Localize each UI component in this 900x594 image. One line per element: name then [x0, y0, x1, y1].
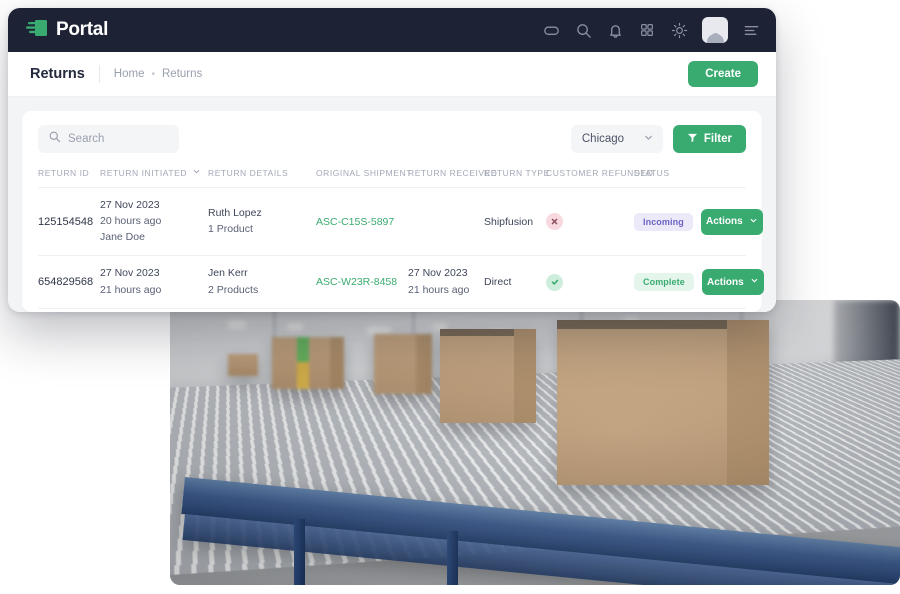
refund-check-icon [546, 273, 563, 291]
header-icon-group [542, 17, 760, 43]
search-field[interactable] [38, 125, 179, 153]
cell-return-type: Direct [484, 308, 546, 312]
table-header-row: RETURN ID RETURN INITIATED RETURN DETAIL… [38, 167, 746, 188]
table-row[interactable]: 125154548 27 Nov 2023 20 hours ago Jane … [38, 187, 763, 256]
actions-button[interactable]: Actions [700, 208, 763, 235]
cell-return-received: 27 Nov 2023 21 hours ago [408, 256, 484, 308]
cell-return-type: Shipfusion [484, 215, 534, 228]
initiated-ago: 21 hours ago [100, 283, 162, 296]
status-badge: Complete [634, 273, 694, 291]
breadcrumb-separator-icon: • [151, 68, 155, 80]
cell-return-type: Direct [484, 276, 512, 288]
cell-return-details: Ruth Lopez 1 Product [208, 188, 316, 256]
cell-return-id: 125154548 [38, 215, 94, 228]
chevron-down-icon [750, 276, 759, 288]
cell-status: Complete Actions [634, 256, 764, 308]
product-count: 2 Products [208, 283, 259, 296]
bell-icon[interactable] [606, 21, 624, 39]
location-select[interactable]: Chicago [570, 125, 663, 153]
refund-cross-icon [546, 213, 563, 231]
cell-customer-refunded [546, 308, 634, 312]
cell-return-details: William Smith 8 Products [208, 308, 316, 312]
cell-return-details: Jen Kerr 2 Products [208, 256, 316, 308]
filter-button[interactable]: Filter [672, 125, 746, 153]
column-header-return-received[interactable]: RETURN RECEIVED [408, 167, 497, 188]
column-header-return-initiated[interactable]: RETURN INITIATED [100, 167, 208, 188]
portal-logo-icon [26, 19, 48, 42]
cell-return-initiated: 27 Nov 2023 20 hours ago Jane Doe [100, 188, 208, 256]
cell-original-shipment: ASC-W23R-8458 [316, 256, 408, 308]
search-icon[interactable] [574, 21, 592, 39]
column-header-status[interactable]: STATUS [634, 167, 746, 188]
cell-status: Complete Actions [634, 308, 746, 312]
breadcrumb-item-home[interactable]: Home [114, 68, 145, 80]
card-icon[interactable] [542, 21, 560, 39]
sun-theme-icon[interactable] [670, 21, 688, 39]
page-title: Returns [30, 66, 85, 82]
original-shipment-link[interactable]: ASC-W23R-8458 [316, 276, 397, 288]
returns-table: RETURN ID RETURN INITIATED RETURN DETAIL… [38, 167, 764, 313]
initiated-by: Jane Doe [100, 231, 145, 244]
create-button[interactable]: Create [688, 61, 758, 87]
cell-return-id: 564238547 [38, 308, 100, 312]
cell-return-id: 654829568 [38, 276, 94, 288]
cell-return-initiated: 27 Nov 2023 21 hours ago [100, 256, 208, 308]
breadcrumb-item-returns[interactable]: Returns [162, 68, 202, 80]
filter-button-label: Filter [703, 133, 732, 145]
screenshot-stage: Portal Returns Home • Returns Create Sea… [0, 0, 900, 594]
cell-status: Incoming Actions [634, 188, 763, 256]
cell-customer-refunded [546, 188, 634, 256]
warehouse-conveyor-photo [170, 300, 900, 585]
initiated-date: 27 Nov 2023 [100, 199, 160, 211]
menu-icon[interactable] [742, 21, 760, 39]
initiated-date: 27 Nov 2023 [100, 267, 160, 280]
chevron-down-icon [643, 132, 654, 146]
original-shipment-link[interactable]: ASC-C15S-5897 [316, 216, 394, 228]
received-date: 27 Nov 2023 [408, 267, 468, 280]
column-header-return-id[interactable]: RETURN ID [38, 167, 100, 188]
table-body: 125154548 27 Nov 2023 20 hours ago Jane … [38, 187, 764, 313]
location-select-value: Chicago [581, 133, 625, 145]
browser-window: Portal Returns Home • Returns Create Sea… [8, 8, 776, 312]
status-badge: Incoming [634, 212, 693, 231]
table-row[interactable]: 564238547 27 Nov 2023 21 hours ago Willi… [38, 308, 746, 312]
cell-original-shipment: ASC-C15S-5897 [316, 188, 408, 256]
table-row[interactable]: 654829568 27 Nov 2023 21 hours ago Jen K… [38, 255, 764, 308]
customer-name: Ruth Lopez [208, 207, 262, 220]
column-header-return-details[interactable]: RETURN DETAILS [208, 167, 316, 188]
avatar[interactable] [702, 17, 728, 43]
product-count: 1 Product [208, 223, 253, 236]
funnel-icon [687, 132, 698, 146]
actions-button-label: Actions [706, 276, 744, 288]
cell-original-shipment: ASC-F77W-5552 [316, 308, 408, 312]
initiated-ago: 20 hours ago [100, 215, 162, 228]
brand-logo[interactable]: Portal [26, 19, 108, 42]
search-icon [48, 130, 61, 148]
cell-customer-refunded [546, 256, 634, 308]
sort-chevron-down-icon [192, 167, 201, 178]
brand-name: Portal [56, 19, 109, 40]
customer-name: Jen Kerr [208, 267, 248, 280]
cell-return-initiated: 27 Nov 2023 21 hours ago [100, 308, 208, 312]
app-header: Portal [8, 8, 776, 52]
column-header-customer-refunded[interactable]: CUSTOMER REFUNDED [546, 167, 653, 188]
divider [98, 65, 100, 83]
content-area: Chicago Filter [8, 97, 776, 312]
page-header: Returns Home • Returns Create [8, 52, 776, 97]
actions-button-label: Actions [705, 216, 743, 228]
column-header-return-type[interactable]: RETURN TYPE [484, 167, 549, 188]
column-header-original-shipment[interactable]: ORIGINAL SHIPMENT [316, 167, 411, 188]
table-toolbar: Chicago Filter [38, 125, 746, 153]
breadcrumb: Home • Returns [114, 68, 202, 80]
cell-return-received: 27 Nov 2023 21 hours ago [408, 308, 484, 312]
actions-button[interactable]: Actions [701, 269, 764, 295]
grid-apps-icon[interactable] [638, 21, 656, 39]
returns-card: Chicago Filter [22, 111, 764, 313]
received-ago: 21 hours ago [408, 283, 470, 296]
chevron-down-icon [749, 216, 758, 228]
search-input[interactable] [68, 133, 169, 145]
cell-return-received [408, 188, 484, 256]
